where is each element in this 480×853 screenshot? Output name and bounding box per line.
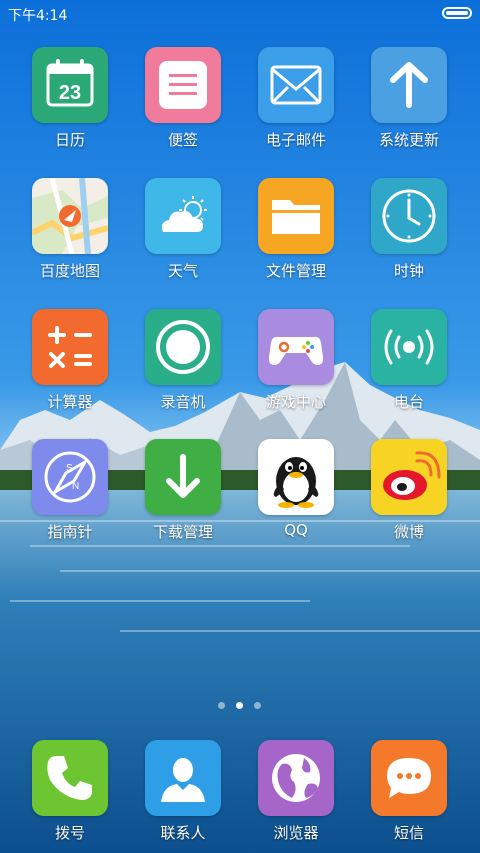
svg-text:S: S — [66, 463, 73, 474]
app-clock[interactable]: 时钟 — [354, 178, 464, 288]
radio-icon — [371, 309, 447, 385]
app-label: 日历 — [54, 131, 85, 149]
contacts-icon — [145, 740, 221, 816]
dock-browser[interactable]: 浏览器 — [241, 740, 351, 850]
svg-text:N: N — [72, 481, 79, 492]
app-email[interactable]: 电子邮件 — [241, 47, 351, 157]
dock-phone[interactable]: 拨号 — [15, 740, 125, 850]
app-qq[interactable]: QQ — [241, 439, 351, 549]
message-icon — [371, 740, 447, 816]
weather-icon — [145, 178, 221, 254]
app-file-manager[interactable]: 文件管理 — [241, 178, 351, 288]
dock-contacts[interactable]: 联系人 — [128, 740, 238, 850]
app-label: 下载管理 — [152, 523, 213, 541]
gamepad-icon — [258, 309, 334, 385]
app-label: 百度地图 — [39, 262, 100, 280]
app-label: 文件管理 — [265, 262, 326, 280]
download-icon — [145, 439, 221, 515]
weibo-icon — [371, 439, 447, 515]
calendar-icon: 23 — [32, 47, 108, 123]
app-label: 短信 — [393, 824, 424, 842]
app-label: 游戏中心 — [265, 393, 326, 411]
app-label: 联系人 — [160, 824, 206, 842]
app-label: 系统更新 — [378, 131, 439, 149]
status-time: 下午4:14 — [8, 8, 68, 24]
qq-penguin-icon — [258, 439, 334, 515]
page-indicator — [215, 702, 265, 710]
app-label: 录音机 — [160, 393, 206, 411]
page-dot[interactable] — [254, 702, 261, 709]
compass-icon: S N — [32, 439, 108, 515]
notes-icon — [145, 47, 221, 123]
app-calculator[interactable]: 计算器 — [15, 309, 125, 419]
app-label: 拨号 — [54, 824, 85, 842]
app-system-update[interactable]: 系统更新 — [354, 47, 464, 157]
app-label: 便签 — [167, 131, 198, 149]
app-game-center[interactable]: 游戏中心 — [241, 309, 351, 419]
calendar-date: 23 — [59, 82, 81, 104]
app-label: 浏览器 — [273, 824, 319, 842]
page-dot[interactable] — [218, 702, 225, 709]
app-baidu-map[interactable]: 百度地图 — [15, 178, 125, 288]
app-label: 电台 — [393, 393, 424, 411]
app-label: 计算器 — [47, 393, 93, 411]
app-calendar[interactable]: 23 日历 — [15, 47, 125, 157]
recorder-icon — [145, 309, 221, 385]
app-label: 微博 — [393, 523, 424, 541]
calculator-icon — [32, 309, 108, 385]
map-icon — [32, 178, 108, 254]
app-download-manager[interactable]: 下载管理 — [128, 439, 238, 549]
clock-icon — [371, 178, 447, 254]
phone-icon — [32, 740, 108, 816]
app-label: 时钟 — [393, 262, 424, 280]
page-dot-active[interactable] — [236, 702, 243, 709]
app-label: 指南针 — [47, 523, 93, 541]
mail-icon — [258, 47, 334, 123]
app-label: QQ — [284, 521, 308, 539]
app-weather[interactable]: 天气 — [128, 178, 238, 288]
app-notes[interactable]: 便签 — [128, 47, 238, 157]
status-bar: 下午4:14 — [0, 0, 480, 28]
app-weibo[interactable]: 微博 — [354, 439, 464, 549]
app-label: 电子邮件 — [265, 131, 326, 149]
folder-icon — [258, 178, 334, 254]
update-arrow-icon — [371, 47, 447, 123]
app-recorder[interactable]: 录音机 — [128, 309, 238, 419]
dock-messages[interactable]: 短信 — [354, 740, 464, 850]
app-label: 天气 — [167, 262, 198, 280]
battery-icon — [442, 7, 472, 19]
browser-globe-icon — [258, 740, 334, 816]
app-compass[interactable]: S N 指南针 — [15, 439, 125, 549]
app-radio[interactable]: 电台 — [354, 309, 464, 419]
